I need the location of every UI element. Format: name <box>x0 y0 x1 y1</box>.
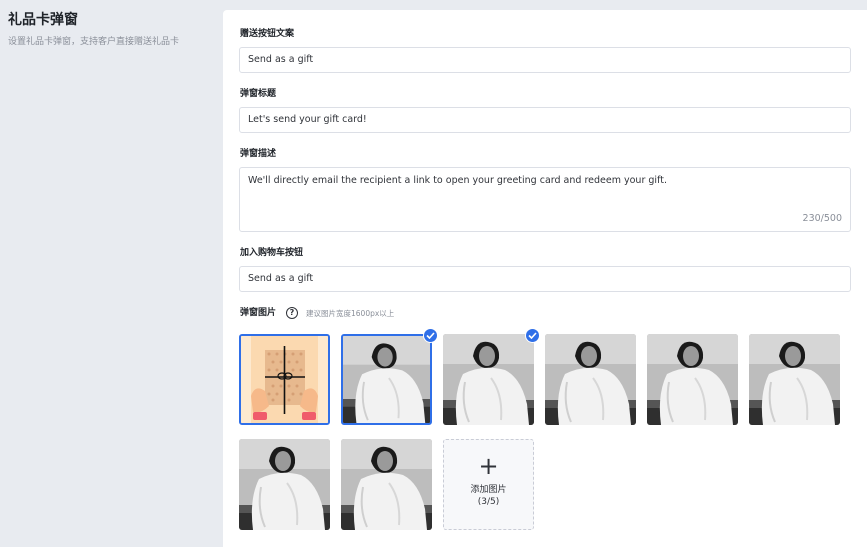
section-description: 设置礼品卡弹窗，支持客户直接赠送礼品卡 <box>8 37 180 47</box>
woman-photo <box>443 334 534 425</box>
photo-thumbnail[interactable] <box>647 334 738 425</box>
woman-photo <box>343 336 430 423</box>
add-to-cart-button-label: 加入购物车按钮 <box>240 248 304 258</box>
popup-title-input[interactable]: Let's send your gift card! <box>239 107 851 133</box>
section-title: 礼品卡弹窗 <box>8 12 78 28</box>
image-size-hint: 建议图片宽度1600px以上 <box>306 309 395 318</box>
popup-images-label: 弹窗图片 <box>240 308 277 318</box>
add-to-cart-button-input[interactable]: Send as a gift <box>239 266 851 292</box>
woman-photo <box>545 334 636 425</box>
woman-photo <box>749 334 840 425</box>
send-button-text-input[interactable]: Send as a gift <box>239 47 851 73</box>
add-image-label: 添加图片 <box>470 485 507 495</box>
woman-photo <box>341 439 432 530</box>
photo-thumbnail[interactable] <box>749 334 840 425</box>
woman-photo <box>239 439 330 530</box>
selected-check-icon[interactable] <box>423 328 438 343</box>
image-count: (3/5) <box>477 497 500 507</box>
photo-thumbnail[interactable] <box>239 439 330 530</box>
gift-illustration-thumbnail[interactable] <box>239 334 330 425</box>
character-counter: 230/500 <box>802 213 842 224</box>
gift-card-illustration <box>241 336 328 423</box>
add-image-button[interactable]: + 添加图片 (3/5) <box>443 439 534 530</box>
popup-description-text: We'll directly email the recipient a lin… <box>248 175 667 186</box>
photo-thumbnail[interactable] <box>341 439 432 530</box>
settings-panel: 赠送按钮文案 Send as a gift 弹窗标题 Let's send yo… <box>223 10 867 547</box>
plus-icon: + <box>478 452 499 480</box>
popup-title-label: 弹窗标题 <box>240 89 277 99</box>
photo-thumbnail[interactable] <box>341 334 432 425</box>
settings-sidebar: 礼品卡弹窗 设置礼品卡弹窗，支持客户直接赠送礼品卡 <box>8 10 218 48</box>
photo-thumbnail[interactable] <box>443 334 534 425</box>
help-icon[interactable]: ? <box>286 307 298 319</box>
photo-thumbnail[interactable] <box>545 334 636 425</box>
popup-description-label: 弹窗描述 <box>240 149 277 159</box>
selected-check-icon[interactable] <box>525 328 540 343</box>
popup-description-textarea[interactable]: We'll directly email the recipient a lin… <box>239 167 851 232</box>
woman-photo <box>647 334 738 425</box>
send-button-text-label: 赠送按钮文案 <box>240 29 295 39</box>
